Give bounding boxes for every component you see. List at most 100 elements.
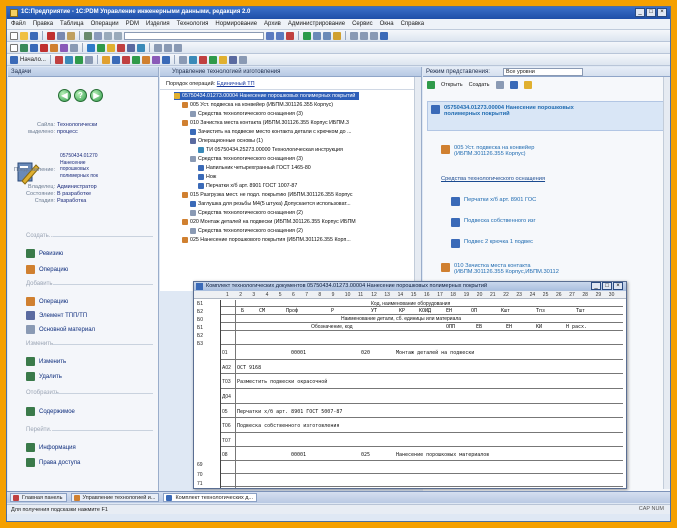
sync-icon[interactable]	[174, 43, 182, 52]
equipment-item[interactable]: Подвеска собственного изг	[451, 218, 536, 227]
undo-icon[interactable]	[104, 31, 112, 40]
create-button[interactable]: Создать	[469, 82, 490, 88]
operation-card[interactable]: 010 Зачистка места контакта (ИБПМ.301126.…	[441, 263, 559, 275]
tree-row[interactable]: 005 Уст. подвеска на конвейер (ИБПМ.3011…	[182, 101, 333, 109]
minimize-button[interactable]: _	[635, 8, 645, 17]
memory-icon[interactable]	[350, 31, 358, 40]
find-icon[interactable]	[266, 31, 274, 40]
grid-icon[interactable]	[313, 31, 321, 40]
add-material-action[interactable]: Основной материал	[26, 325, 95, 334]
taskbar-item-main[interactable]: Главная панель	[10, 493, 67, 502]
equipment-item[interactable]: Перчатки х/б арт. 8901 ГОС	[451, 197, 536, 206]
open-button[interactable]: Открыть	[441, 82, 463, 88]
tree-row[interactable]: 05750434.01273.00004 Нанесение порошковы…	[174, 92, 360, 100]
doc-list-icon[interactable]	[84, 55, 93, 64]
menu-windows[interactable]: Окна	[380, 21, 394, 29]
tree-row[interactable]: Средства технологического оснащения (3)	[190, 155, 303, 163]
export-icon[interactable]	[188, 55, 197, 64]
create-revision-action[interactable]: Ревизию	[26, 249, 63, 258]
operation-card[interactable]: 005 Уст. подвеска на конвейер (ИБПМ.30112…	[441, 145, 534, 157]
structure-icon[interactable]	[111, 55, 120, 64]
add-icon[interactable]	[74, 55, 83, 64]
spec-icon[interactable]	[60, 43, 68, 52]
close-button[interactable]: ×	[657, 8, 667, 17]
warning-icon[interactable]	[121, 55, 130, 64]
info-action[interactable]: Информация	[26, 443, 76, 452]
chart-icon[interactable]	[161, 55, 170, 64]
help-icon[interactable]	[380, 31, 388, 40]
process-title[interactable]: 05750434.01273.00004 Нанесение порошковы…	[431, 105, 574, 117]
cut-icon[interactable]	[47, 31, 55, 40]
report-icon[interactable]	[154, 43, 162, 52]
refresh-icon[interactable]	[303, 31, 311, 40]
tool-icon[interactable]	[117, 43, 125, 52]
filter-icon[interactable]	[276, 31, 284, 40]
delete-action[interactable]: Удалить	[26, 372, 62, 381]
doc-maximize-button[interactable]: □	[602, 282, 612, 290]
tree-row[interactable]: 015 Разгрузка мест. не подл. покрытию (И…	[182, 191, 353, 199]
arrow-icon[interactable]	[64, 55, 73, 64]
product-icon[interactable]	[20, 43, 28, 52]
tree-row[interactable]: Напильник четырехгранный ГОСТ 1465-80	[198, 164, 311, 172]
back-button[interactable]: ◀	[58, 89, 71, 102]
task-icon[interactable]	[54, 55, 63, 64]
material-icon[interactable]	[107, 43, 115, 52]
tree-row[interactable]: Перчатки х/б арт. 8901 ГОСТ 1007-87	[198, 182, 297, 190]
taskbar-item-technology[interactable]: Управление технологией и...	[70, 493, 160, 502]
contents-action[interactable]: Содержимое	[26, 407, 75, 416]
refresh-icon[interactable]	[509, 81, 518, 89]
process-icon[interactable]	[87, 43, 95, 52]
start-button[interactable]: Начало...	[20, 57, 46, 63]
search-combo[interactable]	[124, 31, 264, 40]
tree-row[interactable]: Нож	[198, 173, 216, 181]
menu-service[interactable]: Сервис	[352, 21, 373, 29]
memory-minus-icon[interactable]	[370, 31, 378, 40]
new-doc-icon[interactable]	[10, 31, 18, 40]
equipment-link[interactable]: Средства технологического оснащения	[441, 176, 545, 182]
edit-action[interactable]: Изменить	[26, 357, 66, 366]
delete-icon[interactable]	[40, 43, 48, 52]
access-rights-action[interactable]: Права доступа	[26, 458, 80, 467]
calc-icon[interactable]	[333, 31, 341, 40]
redo-icon[interactable]	[114, 31, 122, 40]
menu-edit[interactable]: Правка	[33, 21, 53, 29]
menu-help[interactable]: Справка	[401, 21, 425, 29]
check-icon[interactable]	[131, 55, 140, 64]
link-icon[interactable]	[151, 55, 160, 64]
pencil-icon[interactable]	[141, 55, 150, 64]
tree-row[interactable]: 020 Монтаж деталей на подвески (ИБПМ.301…	[182, 218, 356, 226]
tree-scrollbar[interactable]	[414, 77, 421, 289]
add-operation-action[interactable]: Операцию	[26, 297, 68, 306]
operation-icon[interactable]	[97, 43, 105, 52]
flag-icon[interactable]	[198, 55, 207, 64]
equipment-icon[interactable]	[127, 43, 135, 52]
equipment-item[interactable]: Подвес 2 крючка 1 подвес	[451, 239, 533, 248]
settings-icon[interactable]	[164, 43, 172, 52]
view-icon[interactable]	[228, 55, 237, 64]
list-icon[interactable]	[323, 31, 331, 40]
preview-icon[interactable]	[94, 31, 102, 40]
menu-operations[interactable]: Операции	[91, 21, 119, 29]
menu-pdm[interactable]: PDM	[126, 21, 139, 29]
menu-technology[interactable]: Технология	[177, 21, 209, 29]
start-icon[interactable]	[10, 55, 18, 64]
menu-products[interactable]: Изделия	[146, 21, 170, 29]
tree-row[interactable]: 010 Зачистка места контакта (ИБПМ.301126…	[182, 119, 349, 127]
tree-row[interactable]: Средства технологического оснащения (3)	[190, 110, 303, 118]
stop-icon[interactable]	[286, 31, 294, 40]
folder-icon[interactable]	[101, 55, 110, 64]
menu-file[interactable]: Файл	[11, 21, 26, 29]
archive-icon[interactable]	[70, 43, 78, 52]
tree-row[interactable]: Заглушка для резьбы М4(5 штука) Допускае…	[190, 200, 351, 208]
tree-mode-link[interactable]: Единичный ТП	[217, 81, 255, 87]
maximize-button[interactable]: □	[646, 8, 656, 17]
doc-close-button[interactable]: ×	[613, 282, 623, 290]
tree-row[interactable]: ТИ 05750434.25273.00000 Технологическая …	[198, 146, 343, 154]
tree-row[interactable]: Средства технологического оснащения (2)	[190, 209, 303, 217]
paste-icon[interactable]	[67, 31, 75, 40]
memory-plus-icon[interactable]	[360, 31, 368, 40]
mode-select[interactable]: Все уровни	[503, 68, 583, 76]
add-element-action[interactable]: Элемент ТПП/ТП	[26, 311, 87, 320]
open-folder-icon[interactable]	[20, 31, 28, 40]
route-icon[interactable]	[50, 43, 58, 52]
